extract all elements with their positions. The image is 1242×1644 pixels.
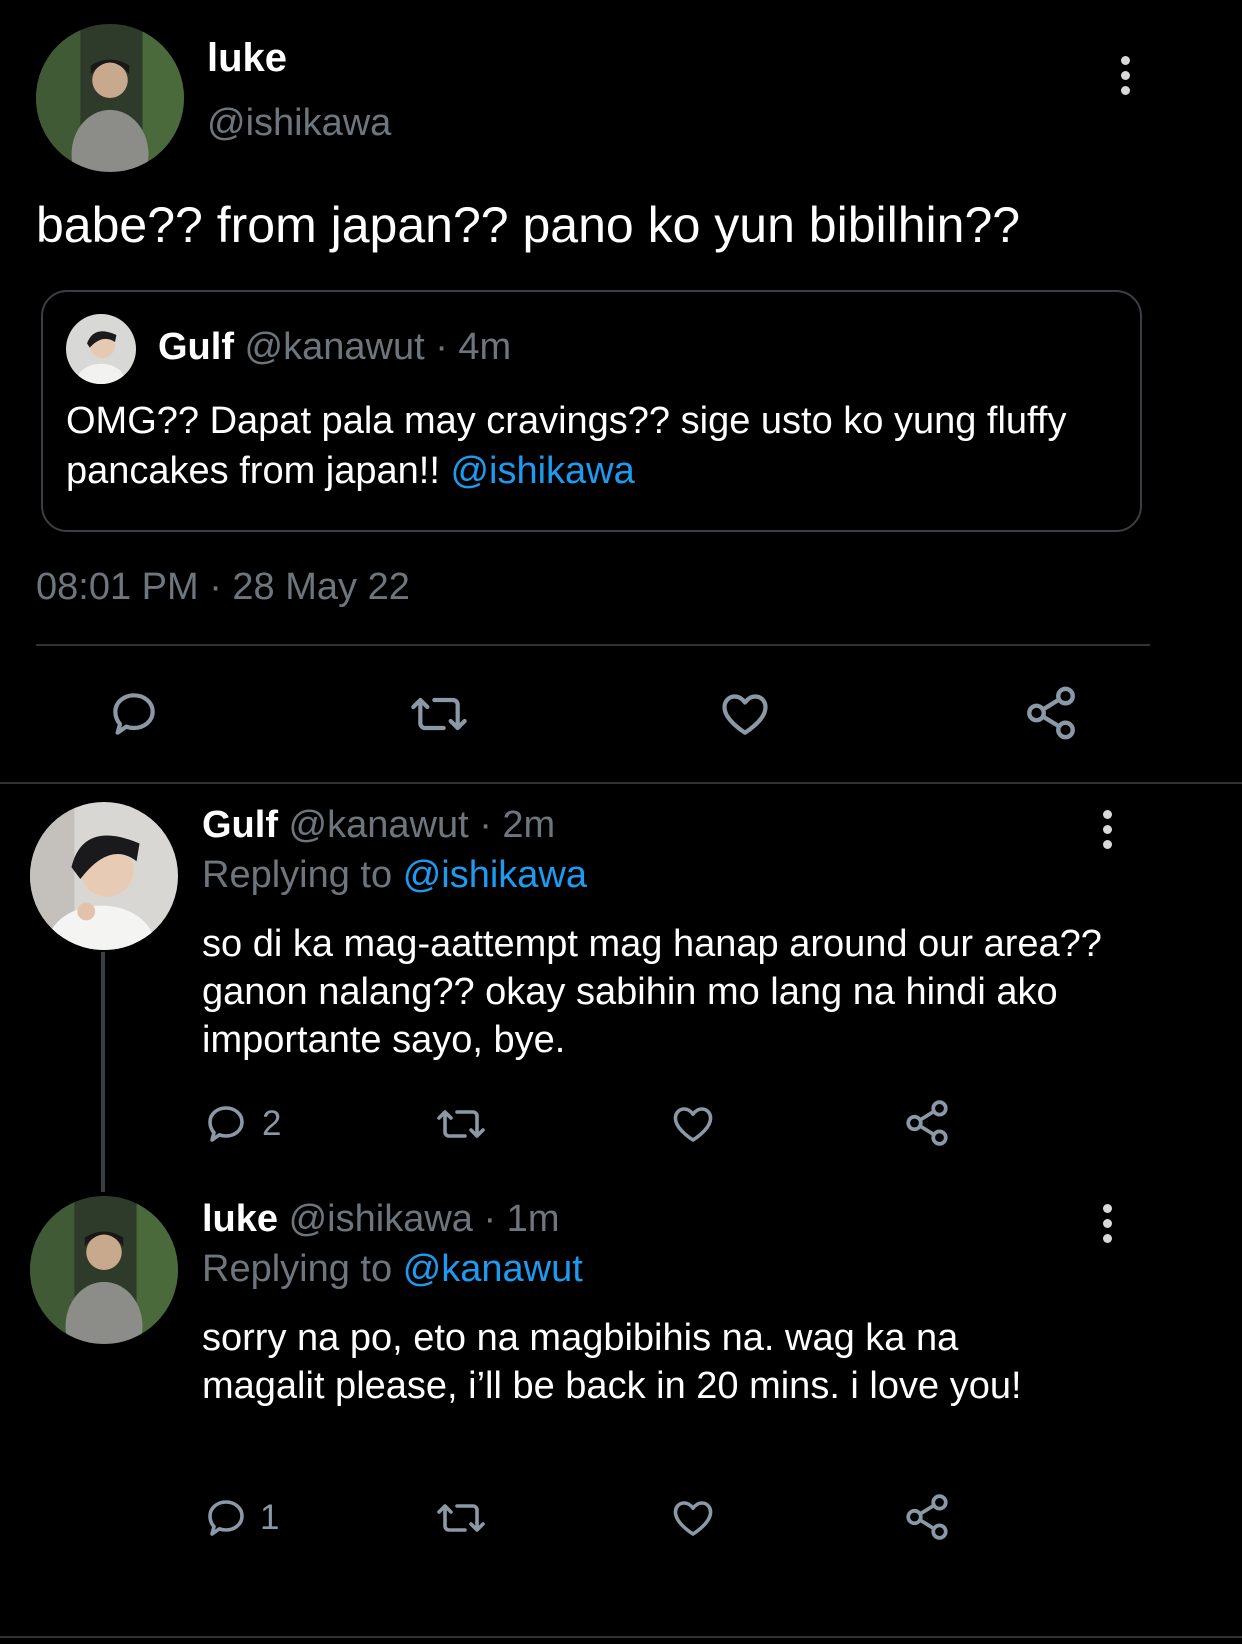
like-icon[interactable] bbox=[668, 1100, 718, 1148]
reply2-handle-time[interactable]: @ishikawa · 1m bbox=[289, 1198, 560, 1240]
reply1-replying-label: Replying to bbox=[202, 854, 393, 896]
reply1-text: so di ka mag-aattempt mag hanap around o… bbox=[202, 923, 1102, 1061]
main-author-name[interactable]: luke bbox=[207, 36, 287, 81]
share-icon[interactable] bbox=[1022, 684, 1080, 742]
main-timestamp[interactable]: 08:01 PM · 28 May 22 bbox=[36, 566, 410, 609]
reply2-text: sorry na po, eto na magbibihis na. wag k… bbox=[202, 1317, 1022, 1407]
quoted-author-name: Gulf bbox=[158, 326, 234, 368]
main-tweet-text: babe?? from japan?? pano ko yun bibilhin… bbox=[36, 197, 1021, 253]
more-icon[interactable] bbox=[1113, 56, 1137, 101]
reply2-replying-to[interactable]: @kanawut bbox=[403, 1248, 583, 1290]
thread-line bbox=[101, 952, 105, 1192]
reply2-reply-count: 1 bbox=[260, 1498, 280, 1537]
quoted-mention[interactable]: @ishikawa bbox=[450, 450, 634, 492]
reply-icon[interactable] bbox=[202, 1100, 250, 1148]
reply-icon[interactable] bbox=[106, 686, 162, 742]
share-icon[interactable] bbox=[902, 1492, 952, 1542]
retweet-icon[interactable] bbox=[408, 686, 470, 742]
like-icon[interactable] bbox=[668, 1494, 718, 1542]
retweet-icon[interactable] bbox=[434, 1100, 488, 1148]
gulf-avatar[interactable] bbox=[30, 802, 178, 950]
quoted-tweet-text: OMG?? Dapat pala may cravings?? sige ust… bbox=[66, 396, 1116, 496]
more-icon[interactable] bbox=[1095, 810, 1119, 855]
luke-avatar[interactable] bbox=[36, 24, 184, 172]
reply2-author-name[interactable]: luke bbox=[202, 1198, 278, 1240]
reply1-author-name[interactable]: Gulf bbox=[202, 804, 278, 846]
reply-icon[interactable] bbox=[202, 1494, 250, 1542]
divider bbox=[0, 782, 1242, 784]
share-icon[interactable] bbox=[902, 1098, 952, 1148]
reply1-reply-count: 2 bbox=[262, 1104, 282, 1143]
reply2-replying-label: Replying to bbox=[202, 1248, 393, 1290]
divider bbox=[0, 1636, 1242, 1638]
retweet-icon[interactable] bbox=[434, 1494, 488, 1542]
quoted-handle-time: @kanawut · 4m bbox=[244, 326, 512, 368]
reply1-handle-time[interactable]: @kanawut · 2m bbox=[289, 804, 556, 846]
divider bbox=[36, 644, 1150, 646]
main-author-handle[interactable]: @ishikawa bbox=[207, 102, 391, 145]
luke-avatar[interactable] bbox=[30, 1196, 178, 1344]
reply1-replying-to[interactable]: @ishikawa bbox=[403, 854, 587, 896]
more-icon[interactable] bbox=[1095, 1204, 1119, 1249]
like-icon[interactable] bbox=[716, 686, 774, 742]
gulf-avatar-small bbox=[66, 314, 136, 384]
